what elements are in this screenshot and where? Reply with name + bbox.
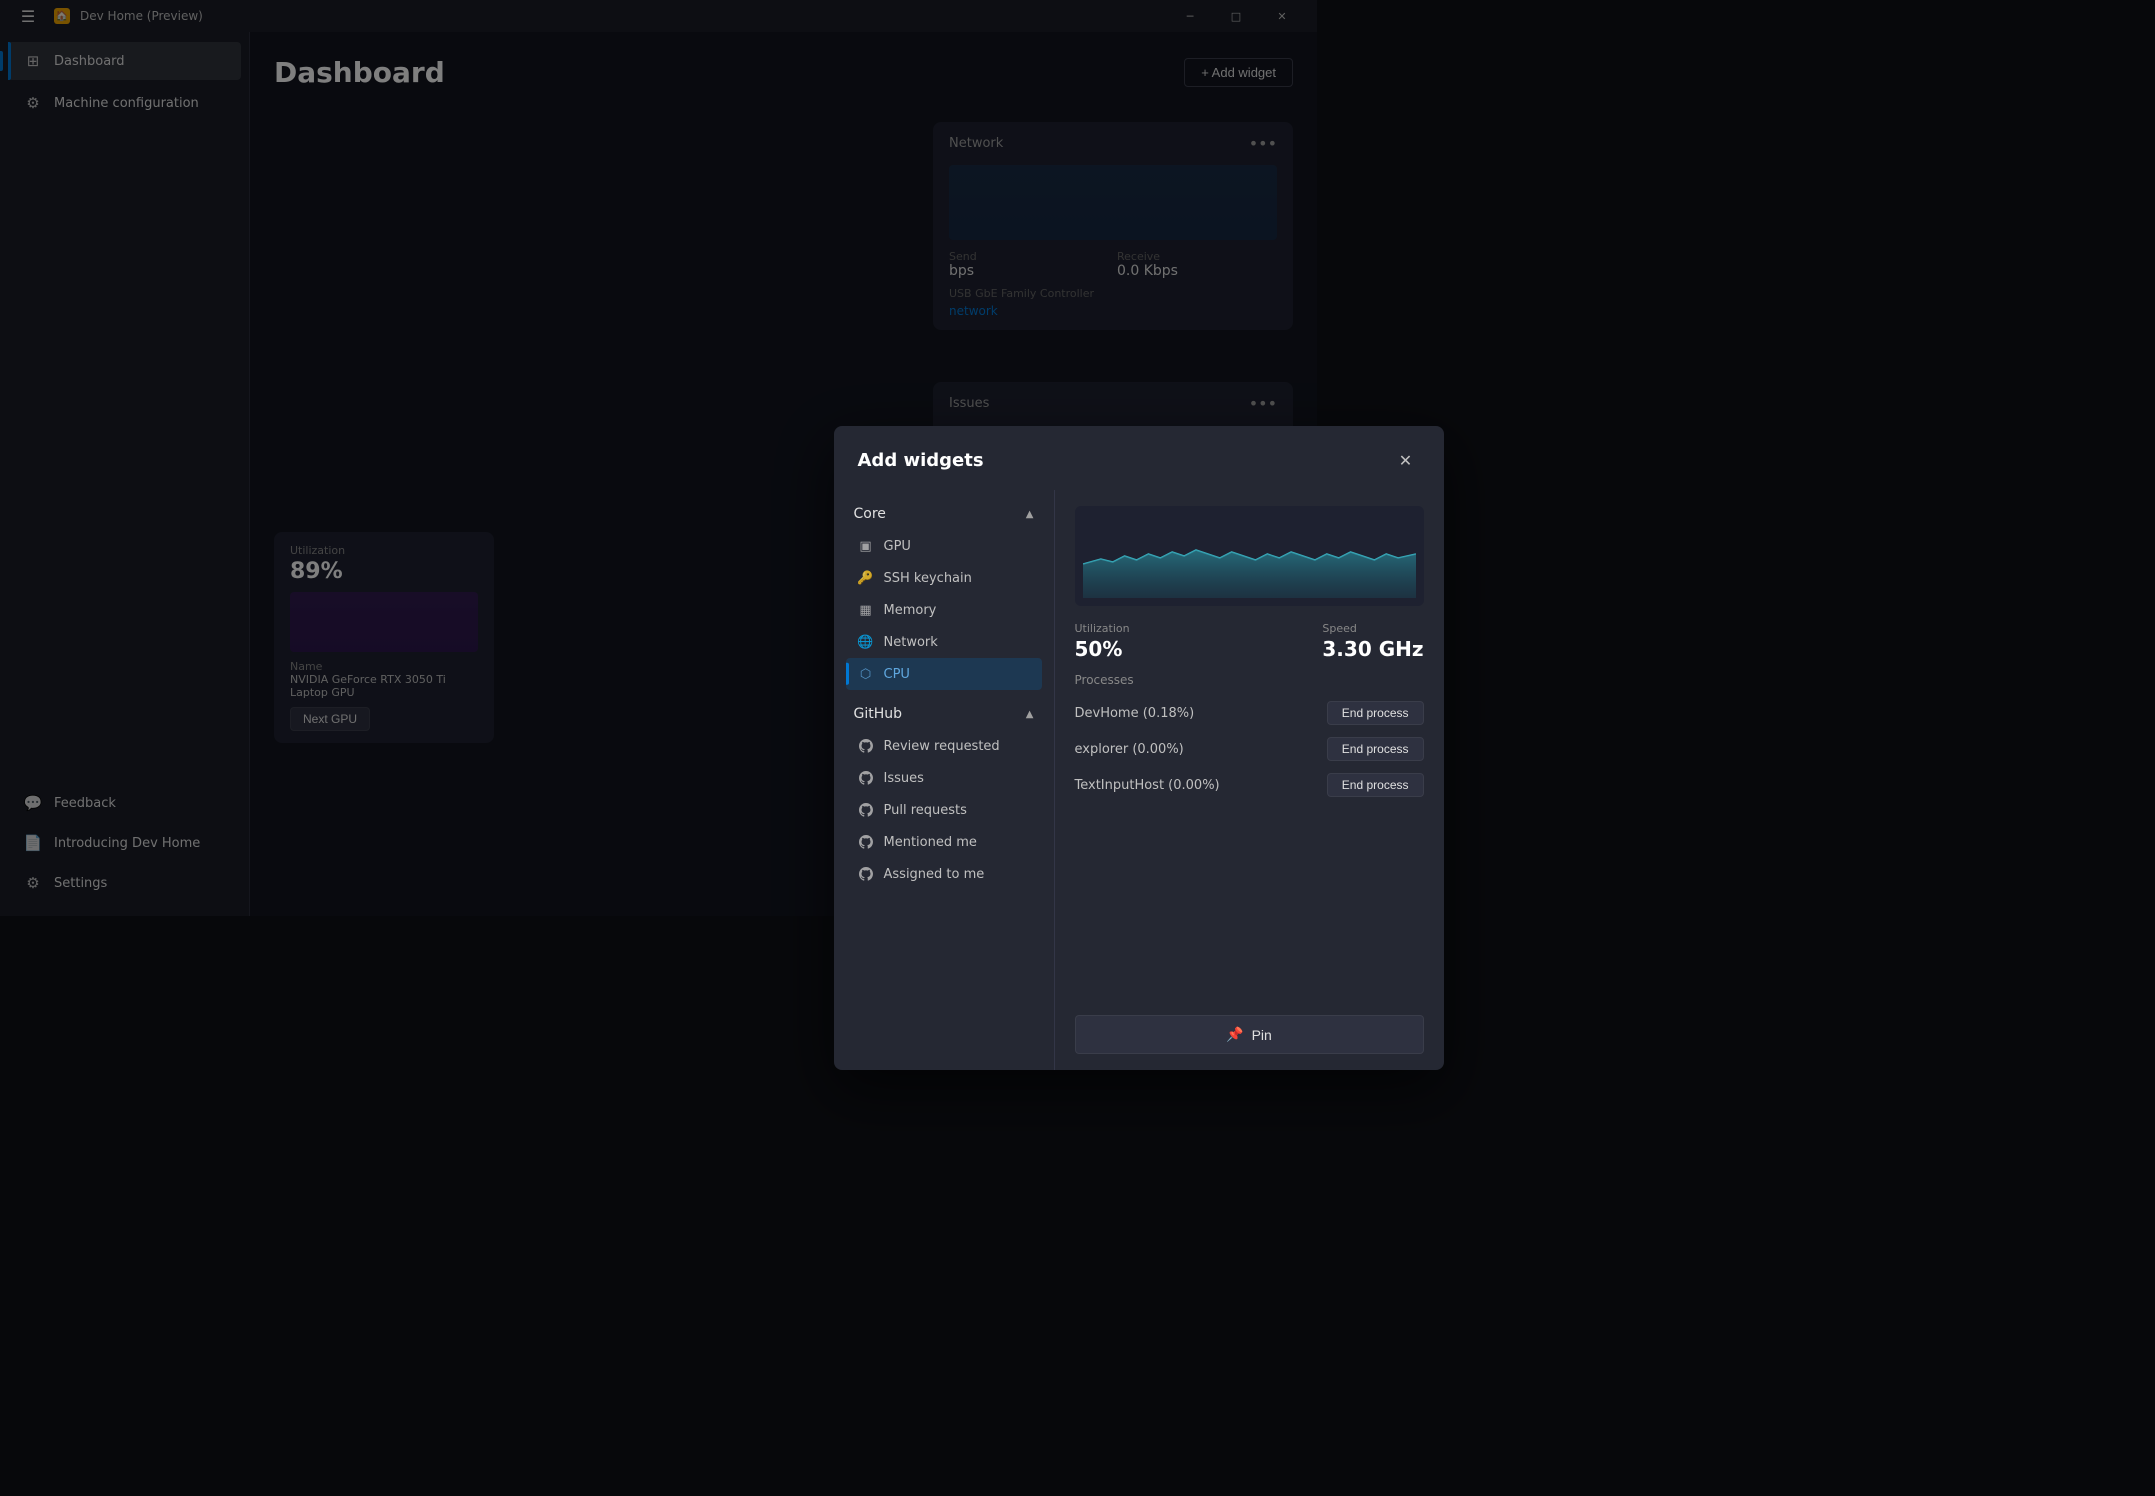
widget-item-cpu[interactable]: ⬡ CPU — [846, 658, 1042, 690]
widget-item-mentioned-me[interactable]: Mentioned me — [846, 826, 1042, 858]
cpu-detail-panel: Utilization 50% Speed 3.30 GHz Processes… — [1054, 490, 1444, 1070]
issues-item-label: Issues — [884, 771, 924, 786]
end-process-devhome-button[interactable]: End process — [1327, 701, 1424, 725]
github-chevron-icon: ▲ — [1026, 709, 1034, 720]
github-section-header[interactable]: GitHub ▲ — [846, 698, 1042, 730]
gpu-item-icon: ▣ — [858, 538, 874, 554]
cpu-item-label: CPU — [884, 667, 910, 682]
core-section-header[interactable]: Core ▲ — [846, 498, 1042, 530]
review-requested-label: Review requested — [884, 739, 1000, 754]
process-row-explorer: explorer (0.00%) End process — [1075, 731, 1424, 767]
ssh-item-icon: 🔑 — [858, 570, 874, 586]
core-chevron-icon: ▲ — [1026, 509, 1034, 520]
assigned-to-me-label: Assigned to me — [884, 867, 985, 882]
cpu-active-indicator — [846, 663, 849, 685]
pin-button[interactable]: 📌 Pin — [1075, 1015, 1424, 1054]
assigned-to-me-icon — [858, 866, 874, 882]
modal-title: Add widgets — [858, 450, 984, 471]
widget-item-gpu[interactable]: ▣ GPU — [846, 530, 1042, 562]
process-name-devhome: DevHome (0.18%) — [1075, 706, 1195, 721]
pull-requests-label: Pull requests — [884, 803, 967, 818]
network-item-icon: 🌐 — [858, 634, 874, 650]
core-section-label: Core — [854, 506, 886, 522]
issues-item-icon — [858, 770, 874, 786]
review-requested-icon — [858, 738, 874, 754]
widget-item-pull-requests[interactable]: Pull requests — [846, 794, 1042, 826]
cpu-stats: Utilization 50% Speed 3.30 GHz — [1075, 622, 1424, 661]
widget-list: Core ▲ ▣ GPU 🔑 SSH keychain ▦ Memory 🌐 N… — [834, 490, 1054, 1070]
process-row-textinputhost: TextInputHost (0.00%) End process — [1075, 767, 1424, 803]
mentioned-me-icon — [858, 834, 874, 850]
network-item-label: Network — [884, 635, 938, 650]
pin-label: Pin — [1252, 1027, 1272, 1043]
speed-label: Speed — [1322, 622, 1423, 635]
process-name-explorer: explorer (0.00%) — [1075, 742, 1184, 757]
widget-item-ssh[interactable]: 🔑 SSH keychain — [846, 562, 1042, 594]
widget-item-network[interactable]: 🌐 Network — [846, 626, 1042, 658]
speed-value: 3.30 GHz — [1322, 637, 1423, 661]
end-process-textinputhost-button[interactable]: End process — [1327, 773, 1424, 797]
pin-btn-container: 📌 Pin — [1075, 999, 1424, 1054]
cpu-item-icon: ⬡ — [858, 666, 874, 682]
cpu-chart-svg — [1083, 514, 1416, 598]
add-widgets-modal: Add widgets ✕ Core ▲ ▣ GPU 🔑 SSH keychai… — [834, 426, 1444, 1070]
widget-item-issues[interactable]: Issues — [846, 762, 1042, 794]
end-process-explorer-button[interactable]: End process — [1327, 737, 1424, 761]
memory-item-icon: ▦ — [858, 602, 874, 618]
utilization-value: 50% — [1075, 637, 1130, 661]
modal-header: Add widgets ✕ — [834, 426, 1444, 490]
memory-item-label: Memory — [884, 603, 937, 618]
pin-icon: 📌 — [1226, 1026, 1243, 1043]
processes-label: Processes — [1075, 673, 1424, 687]
widget-item-memory[interactable]: ▦ Memory — [846, 594, 1042, 626]
mentioned-me-label: Mentioned me — [884, 835, 977, 850]
process-name-textinputhost: TextInputHost (0.00%) — [1075, 778, 1220, 793]
modal-close-button[interactable]: ✕ — [1392, 446, 1420, 474]
process-row-devhome: DevHome (0.18%) End process — [1075, 695, 1424, 731]
github-section-label: GitHub — [854, 706, 903, 722]
speed-stat: Speed 3.30 GHz — [1322, 622, 1423, 661]
widget-item-review-requested[interactable]: Review requested — [846, 730, 1042, 762]
utilization-label: Utilization — [1075, 622, 1130, 635]
cpu-chart-container — [1075, 506, 1424, 606]
pull-requests-icon — [858, 802, 874, 818]
widget-item-assigned-to-me[interactable]: Assigned to me — [846, 858, 1042, 890]
utilization-stat: Utilization 50% — [1075, 622, 1130, 661]
ssh-item-label: SSH keychain — [884, 571, 972, 586]
modal-body: Core ▲ ▣ GPU 🔑 SSH keychain ▦ Memory 🌐 N… — [834, 490, 1444, 1070]
gpu-item-label: GPU — [884, 539, 911, 554]
